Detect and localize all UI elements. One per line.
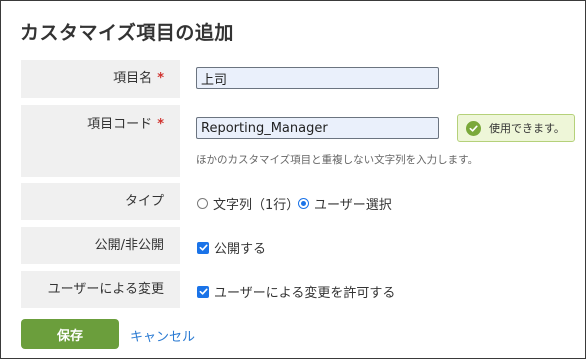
checkbox-label: 公開する (214, 242, 267, 257)
code-input[interactable] (196, 117, 439, 139)
field-label-text: 項目コード (87, 117, 153, 132)
field-label-text: 公開/非公開 (94, 238, 164, 253)
code-help-text: ほかのカスタマイズ項目と重複しない文字列を入力します。 (196, 154, 479, 166)
radio-button-selected[interactable] (298, 198, 309, 209)
dialog: カスタマイズ項目の追加 項目名 * 項目コード * 使用できます。 ほかのカスタマイ… (0, 0, 586, 359)
checkbox-label: ユーザーによる変更を許可する (214, 286, 396, 301)
save-button[interactable]: 保存 (21, 319, 119, 349)
field-label-visibility: 公開/非公開 (21, 227, 180, 264)
availability-status-badge: 使用できます。 (457, 114, 575, 142)
check-circle-icon (466, 120, 481, 136)
required-mark: * (157, 71, 164, 86)
name-input[interactable] (196, 67, 439, 89)
field-label-type: タイプ (21, 183, 180, 220)
public-checkbox[interactable]: 公開する (197, 238, 266, 257)
type-radio-user-select[interactable]: ユーザー選択 (298, 194, 392, 213)
checkmark-icon[interactable] (197, 241, 209, 254)
type-radio-string[interactable]: 文字列（1行） (197, 194, 299, 213)
checkmark-icon[interactable] (197, 285, 209, 298)
radio-label: ユーザー選択 (314, 198, 392, 213)
required-mark: * (157, 117, 164, 132)
field-label-name: 項目名 * (21, 60, 180, 98)
status-text: 使用できます。 (489, 122, 565, 135)
field-label-text: ユーザーによる変更 (47, 282, 164, 297)
field-label-user-change: ユーザーによる変更 (21, 271, 180, 308)
radio-label: 文字列（1行） (213, 198, 300, 213)
cancel-link[interactable]: キャンセル (130, 326, 195, 345)
radio-button[interactable] (197, 198, 208, 209)
dialog-title: カスタマイズ項目の追加 (20, 22, 234, 44)
field-label-text: 項目名 (113, 71, 153, 86)
field-label-text: タイプ (124, 194, 164, 209)
allow-user-change-checkbox[interactable]: ユーザーによる変更を許可する (197, 282, 395, 301)
field-label-code: 項目コード * (21, 105, 180, 177)
